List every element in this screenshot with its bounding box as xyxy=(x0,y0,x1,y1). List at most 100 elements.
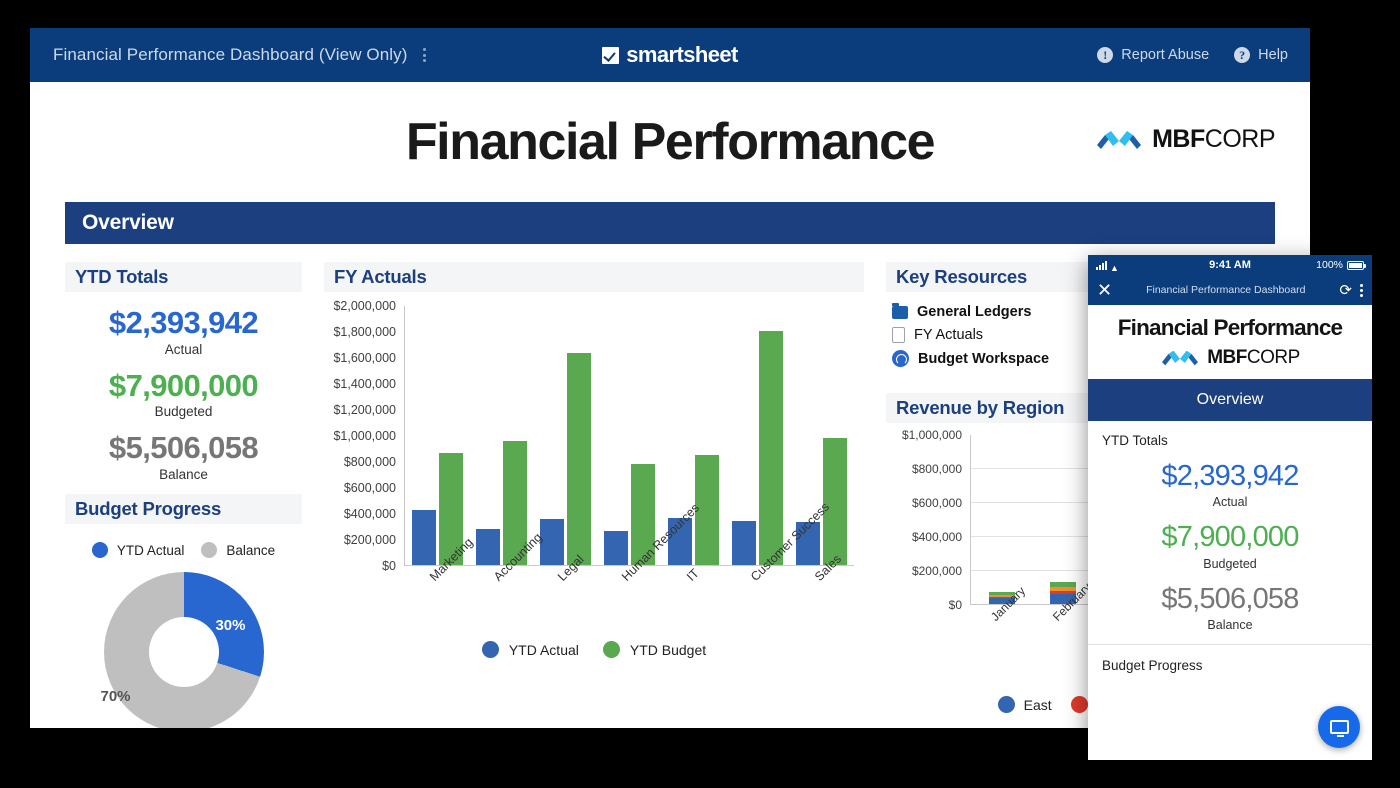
bar-group xyxy=(475,306,527,565)
budget-progress-panel-title: Budget Progress xyxy=(65,494,302,525)
y-tick-label: $0 xyxy=(382,559,396,573)
y-tick-label: $1,000,000 xyxy=(901,428,962,442)
report-abuse-label: Report Abuse xyxy=(1121,47,1210,63)
status-right-icons: 100% xyxy=(1316,259,1366,271)
fy-actuals-legend: YTD Actual YTD Budget xyxy=(324,641,864,658)
legend-label-ytd-budget: YTD Budget xyxy=(629,641,707,658)
wifi-icon xyxy=(1110,262,1120,270)
page-title: Financial Performance xyxy=(405,113,936,171)
dashboard-header: Financial Performance MBFCORP xyxy=(65,82,1276,202)
mobile-body: YTD Totals $2,393,942 Actual $7,900,000 … xyxy=(1088,421,1372,632)
mbf-mark-icon xyxy=(1162,350,1199,366)
battery-percent: 100% xyxy=(1316,259,1343,271)
donut-label-balance: 70% xyxy=(100,688,131,706)
ytd-totals-values: $2,393,942 Actual $7,900,000 Budgeted $5… xyxy=(65,292,302,482)
bar xyxy=(732,520,757,565)
mobile-status-bar: 9:41 AM 100% xyxy=(1088,255,1372,275)
question-mark-icon: ? xyxy=(1234,47,1251,63)
close-icon[interactable]: ✕ xyxy=(1097,281,1112,299)
y-tick-label: $800,000 xyxy=(343,455,396,469)
fy-actuals-x-axis: Marketing Accounting Legal Human Resources I… xyxy=(404,500,854,648)
smartsheet-top-bar: Financial Performance Dashboard (View On… xyxy=(30,28,1310,82)
desktop-view-fab-button[interactable] xyxy=(1318,706,1360,748)
mobile-budgeted-value: $7,900,000 xyxy=(1161,521,1299,554)
refresh-icon[interactable]: ⟳ xyxy=(1339,281,1352,299)
resource-label: General Ledgers xyxy=(917,304,1032,320)
bar xyxy=(475,529,500,565)
mobile-company-logo: MBFCORP xyxy=(1088,341,1372,379)
bar-group xyxy=(539,306,591,565)
battery-icon xyxy=(1347,260,1366,270)
y-tick-label: $2,000,000 xyxy=(333,299,396,313)
mobile-company-light: CORP xyxy=(1246,347,1300,368)
company-logo: MBFCORP xyxy=(1095,125,1276,154)
donut-hole xyxy=(148,617,219,688)
mobile-page-title: Financial Performance xyxy=(1117,315,1343,340)
y-tick-label: $200,000 xyxy=(911,564,962,578)
bar xyxy=(411,510,436,565)
bar xyxy=(603,531,628,565)
legend-label-east: East xyxy=(1023,696,1052,713)
y-tick-label: $1,800,000 xyxy=(333,325,396,339)
mobile-top-bar: ✕ Financial Performance Dashboard ⟳ xyxy=(1088,275,1372,305)
legend-swatch-ytd-actual xyxy=(91,542,108,559)
legend-label-ytd-actual: YTD Actual xyxy=(508,641,579,658)
mobile-actual-label: Actual xyxy=(1212,495,1248,510)
ytd-budgeted-label: Budgeted xyxy=(154,404,213,420)
y-tick-label: $600,000 xyxy=(911,496,962,510)
top-bar-actions: ! Report Abuse ? Help xyxy=(1097,28,1288,82)
section-banner-overview: Overview xyxy=(65,202,1275,244)
status-left-icons xyxy=(1096,260,1120,270)
budget-progress-donut-chart: 30% 70% xyxy=(100,572,264,728)
fy-actuals-panel-title: FY Actuals xyxy=(324,262,864,292)
ytd-balance-label: Balance xyxy=(159,467,208,483)
legend-swatch-ytd-budget xyxy=(602,641,620,658)
legend-label-balance: Balance xyxy=(226,542,276,558)
y-tick-label: $0 xyxy=(948,598,962,612)
y-tick-label: $600,000 xyxy=(343,481,396,495)
middle-column: FY Actuals $2,000,000 $1,800,000 $1,600,00… xyxy=(324,262,864,728)
legend-swatch-balance xyxy=(201,542,218,559)
y-tick-label: $1,200,000 xyxy=(333,403,396,417)
bar xyxy=(823,438,848,565)
smartsheet-check-icon xyxy=(602,46,620,64)
bar-group xyxy=(411,306,463,565)
report-abuse-button[interactable]: ! Report Abuse xyxy=(1097,47,1209,63)
folder-icon xyxy=(892,302,908,319)
donut-legend: YTD Actual Balance xyxy=(65,542,302,559)
mobile-ytd-values: $2,393,942 Actual $7,900,000 Budgeted $5… xyxy=(1102,460,1358,632)
mobile-company-bold: MBF xyxy=(1207,347,1247,368)
mobile-balance-value: $5,506,058 xyxy=(1161,582,1299,615)
y-tick-label: $800,000 xyxy=(911,462,962,476)
resource-label: FY Actuals xyxy=(914,327,984,343)
fy-actuals-plot-area xyxy=(404,306,854,566)
x-tick-label: IT xyxy=(683,566,702,584)
mobile-document-title: Financial Performance Dashboard xyxy=(1146,284,1306,296)
mobile-actual-value: $2,393,942 xyxy=(1161,460,1299,492)
exclamation-icon: ! xyxy=(1097,47,1114,63)
mobile-balance-label: Balance xyxy=(1207,618,1253,633)
workspace-icon xyxy=(892,350,909,367)
mobile-company-name: MBFCORP xyxy=(1207,347,1300,369)
y-tick-label: $1,000,000 xyxy=(333,429,396,443)
mobile-preview-panel: 9:41 AM 100% ✕ Financial Performance Das… xyxy=(1088,255,1372,760)
document-title: Financial Performance Dashboard (View On… xyxy=(53,45,408,64)
ytd-actual-label: Actual xyxy=(164,341,203,357)
signal-icon xyxy=(1096,260,1107,270)
sheet-icon xyxy=(892,327,905,343)
mobile-options-kebab-icon[interactable] xyxy=(1360,283,1363,297)
company-name-light: CORP xyxy=(1204,125,1276,153)
mbf-mark-icon xyxy=(1097,130,1142,149)
bar xyxy=(566,353,591,565)
y-tick-label: $1,600,000 xyxy=(333,351,396,365)
y-tick-label: $400,000 xyxy=(343,507,396,521)
bar-group xyxy=(732,306,784,565)
help-button[interactable]: ? Help xyxy=(1234,47,1288,63)
mobile-ytd-heading: YTD Totals xyxy=(1102,433,1168,448)
bar xyxy=(759,331,784,565)
y-tick-label: $400,000 xyxy=(911,530,962,544)
y-tick-label: $200,000 xyxy=(343,533,396,547)
mobile-budgeted-label: Budgeted xyxy=(1203,556,1257,571)
document-options-kebab-icon[interactable] xyxy=(419,45,430,65)
mobile-section-banner: Overview xyxy=(1088,379,1372,421)
